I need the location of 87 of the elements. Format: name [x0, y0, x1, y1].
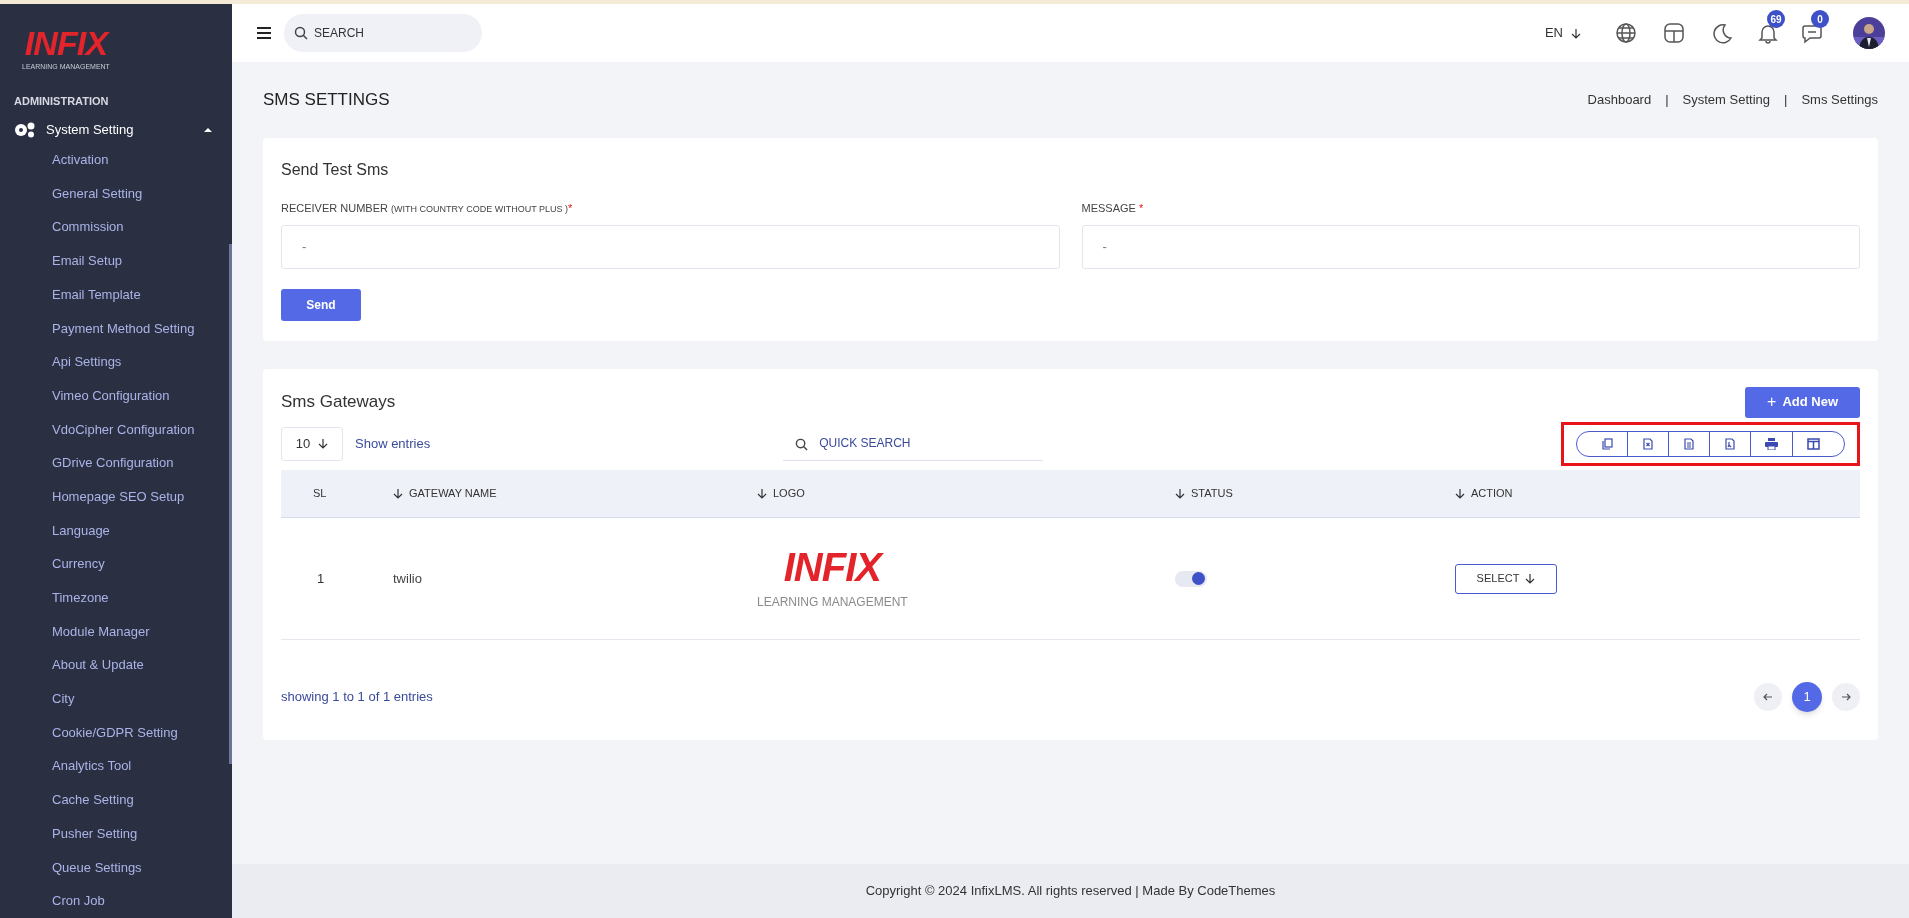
down-arrow-icon [1571, 27, 1581, 39]
scrollbar[interactable] [229, 244, 232, 764]
page-title: SMS SETTINGS [263, 89, 390, 112]
layout-icon[interactable] [1663, 22, 1685, 44]
sidebar-item[interactable]: Analytics Tool [0, 749, 232, 784]
sidebar-item[interactable]: Api Settings [0, 345, 232, 379]
down-arrow-icon [1525, 573, 1536, 584]
sidebar-item[interactable]: Homepage SEO Setup [0, 479, 232, 514]
quick-search-field[interactable]: QUICK SEARCH [783, 426, 1044, 461]
breadcrumb-separator: | [1665, 91, 1669, 110]
sidebar-item[interactable]: Language [0, 513, 232, 548]
table-cell: twilio [393, 517, 757, 640]
sidebar-item[interactable]: VdoCipher Configuration [0, 412, 232, 447]
sidebar-item[interactable]: Timezone [0, 580, 232, 615]
breadcrumb-link[interactable]: System Setting [1682, 90, 1770, 110]
down-arrow-icon [1175, 487, 1185, 499]
down-arrow-icon [318, 438, 329, 449]
show-entries-label: Show entries [355, 434, 431, 453]
search-field[interactable]: SEARCH [284, 14, 482, 52]
sidebar-item[interactable]: Vimeo Configuration [0, 378, 232, 413]
sidebar-item[interactable]: Cron Job [0, 884, 232, 918]
breadcrumb-link[interactable]: Dashboard [1587, 90, 1652, 110]
sidebar-group[interactable]: System Setting [0, 117, 232, 143]
previous-page-button[interactable] [1754, 683, 1782, 711]
globe-icon[interactable] [1615, 22, 1637, 44]
left-arrow-icon [1763, 692, 1773, 702]
add-new-button[interactable]: + Add New [1745, 386, 1860, 418]
sidebar-item[interactable]: GDrive Configuration [0, 446, 232, 480]
section-heading: ADMINISTRATION [13, 93, 110, 109]
receiver-number-field[interactable]: - [281, 224, 1060, 269]
message-field[interactable]: - [1081, 224, 1860, 269]
column-header[interactable]: ACTION [1455, 469, 1860, 518]
sidebar-item[interactable]: Pusher Setting [0, 816, 232, 851]
pdf-file-icon[interactable] [1724, 437, 1736, 450]
page-button[interactable]: 1 [1792, 682, 1822, 712]
breadcrumb-separator: | [1784, 91, 1788, 110]
notification-count: 69 [1767, 10, 1785, 28]
right-arrow-icon [1841, 692, 1851, 702]
breadcrumb-link[interactable]: Sms Settings [1801, 90, 1878, 110]
down-arrow-icon [757, 487, 767, 499]
entries-summary: showing 1 to 1 of 1 entries [281, 688, 433, 707]
card-title: Send Test Sms [281, 160, 390, 180]
sidebar-item[interactable]: Email Setup [0, 244, 232, 278]
sidebar-item[interactable]: Cache Setting [0, 783, 232, 817]
sidebar-item[interactable]: Commission [0, 210, 232, 245]
menu-icon[interactable] [256, 26, 272, 40]
language-selector[interactable]: EN [1544, 23, 1581, 43]
search-icon [294, 26, 308, 40]
page-size-select[interactable]: 10 [281, 426, 343, 461]
print-icon[interactable] [1765, 437, 1778, 450]
table-cell: 1 [281, 517, 393, 640]
moon-icon[interactable] [1711, 22, 1733, 44]
field-label: RECEIVER NUMBER (WITH COUNTRY CODE WITHOUT PLUS )* [281, 201, 574, 216]
next-page-button[interactable] [1832, 683, 1860, 711]
search-icon [795, 437, 809, 451]
send-button[interactable]: Send [281, 288, 361, 321]
sidebar-item[interactable]: Email Template [0, 277, 232, 312]
status-toggle[interactable] [1175, 570, 1207, 587]
sidebar-item[interactable]: Currency [0, 547, 232, 581]
column-header[interactable]: GATEWAY NAME [393, 469, 757, 518]
sidebar-item[interactable]: General Setting [0, 176, 232, 211]
column-header[interactable]: STATUS [1175, 469, 1455, 518]
sidebar-item[interactable]: Module Manager [0, 614, 232, 649]
chat-icon[interactable] [1801, 22, 1823, 44]
sidebar-item[interactable]: Payment Method Setting [0, 311, 232, 346]
logo-wordmark: INFIX [24, 26, 108, 60]
gears-icon [14, 122, 36, 138]
down-arrow-icon [1455, 487, 1465, 499]
logo-tagline: LEARNING MANAGEMENT [757, 593, 908, 611]
column-header[interactable]: LOGO [757, 469, 1175, 518]
copy-icon[interactable] [1601, 437, 1613, 450]
down-arrow-icon [393, 487, 403, 499]
bell-icon[interactable] [1757, 22, 1779, 44]
message-count: 0 [1811, 10, 1829, 28]
footer: Copyright © 2024 InfixLMS. All rights reserved | Made By CodeThemes [232, 864, 1909, 918]
sidebar-item[interactable]: About & Update [0, 648, 232, 682]
sidebar-item[interactable]: Activation [0, 143, 232, 177]
sidebar-item[interactable]: Cookie/GDPR Setting [0, 715, 232, 750]
document-icon[interactable] [1683, 437, 1695, 450]
excel-file-icon[interactable] [1642, 437, 1654, 450]
column-header[interactable]: SL [281, 469, 393, 518]
sidebar-item[interactable]: City [0, 682, 232, 716]
card-title: Sms Gateways [281, 391, 396, 414]
select-dropdown-button[interactable]: SELECT [1455, 563, 1557, 594]
sidebar-item[interactable]: Queue Settings [0, 850, 232, 885]
field-label: MESSAGE * [1081, 201, 1145, 216]
columns-icon[interactable] [1807, 437, 1820, 450]
